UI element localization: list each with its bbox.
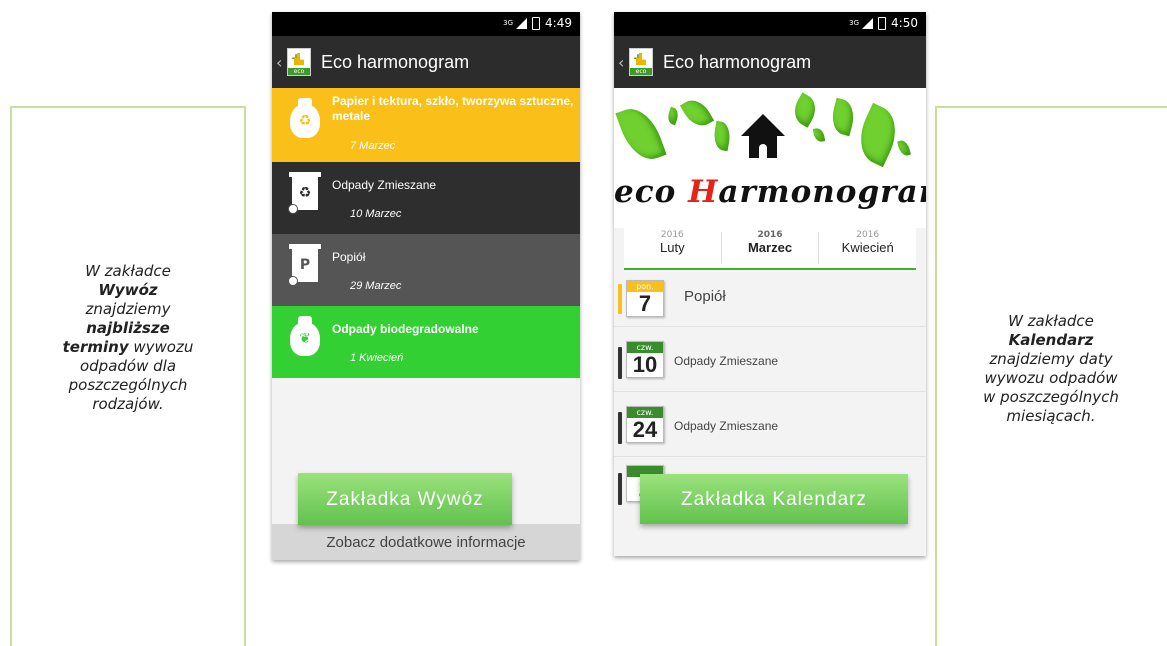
row-accent xyxy=(618,284,622,314)
event-label: Popiół xyxy=(684,288,726,305)
calendar-row[interactable]: czw. 10 Odpady Zmieszane xyxy=(614,327,926,392)
row-accent xyxy=(618,347,622,379)
right-description-panel: W zakładce Kalendarz znajdziemy daty wyw… xyxy=(935,106,1167,646)
tab-kwiecien[interactable]: 2016 Kwiecień xyxy=(819,228,916,268)
calendar-row[interactable]: pon. 7 Popiół xyxy=(614,270,926,327)
eco-harmonogram-banner: eco Harmonogram xyxy=(614,88,926,228)
waste-date: 29 Marzec xyxy=(350,280,402,292)
tab-year: 2016 xyxy=(757,230,783,240)
waste-name: Odpady Zmieszane xyxy=(332,178,437,192)
event-label: Odpady Zmieszane xyxy=(674,354,779,368)
leaf-icon xyxy=(679,94,715,132)
tab-kalendarz-label: Zakładka Kalendarz xyxy=(640,474,908,524)
signal-icon xyxy=(862,17,874,29)
date-card: pon. 7 xyxy=(626,280,664,317)
right-line-2: Kalendarz xyxy=(1008,331,1094,349)
date-card: czw. 24 xyxy=(626,406,664,443)
leaf-icon xyxy=(788,92,822,128)
app-logo-icon[interactable]: + eco xyxy=(629,48,653,76)
left-line-5-rest: wywozu xyxy=(128,338,194,356)
right-line-4: wywozu odpadów xyxy=(984,369,1118,387)
leaf-icon xyxy=(665,106,681,126)
waste-name: Papier i tektura, szkło, tworzywa sztucz… xyxy=(332,94,574,123)
day-number: 24 xyxy=(632,417,658,442)
battery-icon xyxy=(532,16,541,30)
battery-icon xyxy=(878,16,887,30)
status-bar: 3G 4:49 xyxy=(272,12,580,36)
left-line-2: Wywóz xyxy=(98,281,158,299)
waste-name: Odpady biodegradowalne xyxy=(332,322,479,336)
action-bar: ‹ + eco Eco harmonogram xyxy=(614,36,926,88)
waste-item-paper[interactable]: ♻ Papier i tektura, szkło, tworzywa sztu… xyxy=(272,88,580,162)
right-line-1: W zakładce xyxy=(1008,312,1094,330)
waste-item-ash[interactable]: P Popiół 29 Marzec xyxy=(272,234,580,306)
recycle-bin-icon: ♻ xyxy=(288,172,321,214)
left-line-7: poszczególnych xyxy=(68,376,188,394)
status-time: 4:50 xyxy=(891,16,918,30)
network-type: 3G xyxy=(503,19,514,27)
leaf-icon xyxy=(711,120,733,152)
tab-marzec[interactable]: 2016 Marzec xyxy=(722,228,819,268)
signal-icon xyxy=(516,17,528,29)
right-line-3: znajdziemy daty xyxy=(989,350,1113,368)
left-description-text: W zakładce Wywóz znajdziemy najbliższe t… xyxy=(12,262,244,414)
calendar-row[interactable]: czw. 24 Odpady Zmieszane xyxy=(614,392,926,457)
app-logo-icon[interactable]: + eco xyxy=(287,48,311,76)
left-line-6: odpadów dla xyxy=(79,357,177,375)
leaf-bag-icon: ❦ xyxy=(290,316,320,356)
leaf-icon xyxy=(812,127,826,143)
day-number: 10 xyxy=(632,352,658,377)
ash-bin-icon: P xyxy=(288,244,321,286)
waste-date: 7 Marzec xyxy=(350,140,396,152)
tab-month: Luty xyxy=(660,240,685,255)
left-line-5-bold: terminy xyxy=(62,338,129,356)
leaf-icon xyxy=(850,102,906,168)
left-line-4: najbliższe xyxy=(86,319,170,337)
tab-year: 2016 xyxy=(856,230,880,240)
leaf-icon xyxy=(897,138,911,158)
waste-item-mixed[interactable]: ♻ Odpady Zmieszane 10 Marzec xyxy=(272,162,580,234)
leaf-icon xyxy=(615,101,667,167)
back-chevron-icon[interactable]: ‹ xyxy=(276,53,284,72)
network-type: 3G xyxy=(849,19,860,27)
tab-wywoz-label: Zakładka Wywóz xyxy=(298,473,512,525)
status-time: 4:49 xyxy=(545,16,572,30)
left-line-1: W zakładce xyxy=(85,262,171,280)
waste-item-bio[interactable]: ❦ Odpady biodegradowalne 1 Kwiecień xyxy=(272,306,580,378)
row-accent xyxy=(618,412,622,444)
status-bar: 3G 4:50 xyxy=(614,12,926,36)
logo-text-part3: armonogram xyxy=(718,174,926,210)
tab-month: Marzec xyxy=(747,240,793,255)
date-card: czw. 10 xyxy=(626,341,664,378)
leaf-icon xyxy=(827,97,859,137)
more-info-link[interactable]: Zobacz dodatkowe informacje xyxy=(272,524,580,560)
back-chevron-icon[interactable]: ‹ xyxy=(618,53,626,72)
right-line-6: miesiącach. xyxy=(1006,407,1096,425)
day-number: 7 xyxy=(638,291,652,316)
tab-month: Kwiecień xyxy=(841,240,894,255)
month-tabs: 2016 Luty 2016 Marzec 2016 Kwiecień xyxy=(624,228,916,270)
app-title: Eco harmonogram xyxy=(663,51,812,72)
waste-date: 10 Marzec xyxy=(350,208,402,220)
logo-text-part2: H xyxy=(688,174,719,210)
left-line-8: rodzajów. xyxy=(92,395,164,413)
right-line-5: w poszczególnych xyxy=(983,388,1119,406)
recycle-bag-icon: ♻ xyxy=(290,98,320,138)
right-description-text: W zakładce Kalendarz znajdziemy daty wyw… xyxy=(937,312,1165,426)
action-bar: ‹ + eco Eco harmonogram xyxy=(272,36,580,88)
row-accent xyxy=(618,473,622,505)
tab-luty[interactable]: 2016 Luty xyxy=(624,228,721,268)
waste-date: 1 Kwiecień xyxy=(350,352,404,364)
waste-name: Popiół xyxy=(332,250,366,264)
logo-text-part1: eco xyxy=(614,174,689,210)
left-line-3: znajdziemy xyxy=(85,300,171,318)
tab-year: 2016 xyxy=(660,230,684,240)
house-icon xyxy=(741,114,785,164)
logo-label: eco xyxy=(288,68,310,75)
logo-label: eco xyxy=(630,68,652,75)
event-label: Odpady Zmieszane xyxy=(674,419,779,433)
eco-harmonogram-logo: eco Harmonogram xyxy=(614,174,926,210)
app-title: Eco harmonogram xyxy=(321,51,470,72)
left-description-panel: W zakładce Wywóz znajdziemy najbliższe t… xyxy=(10,106,246,646)
